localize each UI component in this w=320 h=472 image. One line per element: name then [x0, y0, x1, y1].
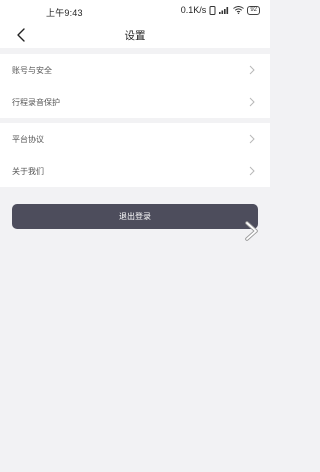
status-time: 上午9:43 — [46, 8, 83, 18]
network-speed: 0.1K/s — [180, 5, 207, 15]
row-label: 账号与安全 — [12, 65, 52, 75]
settings-group-account: 账号与安全 行程录音保护 — [0, 54, 270, 118]
signal-icon — [219, 6, 230, 14]
vibrate-icon — [209, 5, 216, 15]
status-bar: 上午9:43 0.1K/s 92 — [0, 0, 270, 22]
battery-icon: 92 — [247, 5, 260, 15]
chevron-right-icon — [249, 97, 255, 107]
status-indicators: 0.1K/s 92 — [181, 5, 260, 15]
row-label: 关于我们 — [12, 166, 44, 176]
row-label: 行程录音保护 — [12, 97, 60, 107]
row-label: 平台协议 — [12, 134, 44, 144]
platform-agreement-row[interactable]: 平台协议 — [0, 123, 270, 155]
trip-recording-protection-row[interactable]: 行程录音保护 — [0, 86, 270, 118]
account-security-row[interactable]: 账号与安全 — [0, 54, 270, 86]
logout-button[interactable]: 退出登录 — [12, 204, 258, 229]
navigation-bar: 设置 — [0, 22, 270, 48]
chevron-right-icon — [245, 221, 258, 241]
settings-group-info: 平台协议 关于我们 — [0, 123, 270, 187]
wifi-icon — [233, 6, 245, 14]
about-us-row[interactable]: 关于我们 — [0, 155, 270, 187]
chevron-right-icon — [249, 134, 255, 144]
chevron-right-icon — [249, 166, 255, 176]
chevron-right-icon — [249, 65, 255, 75]
page-title: 设置 — [124, 30, 146, 42]
